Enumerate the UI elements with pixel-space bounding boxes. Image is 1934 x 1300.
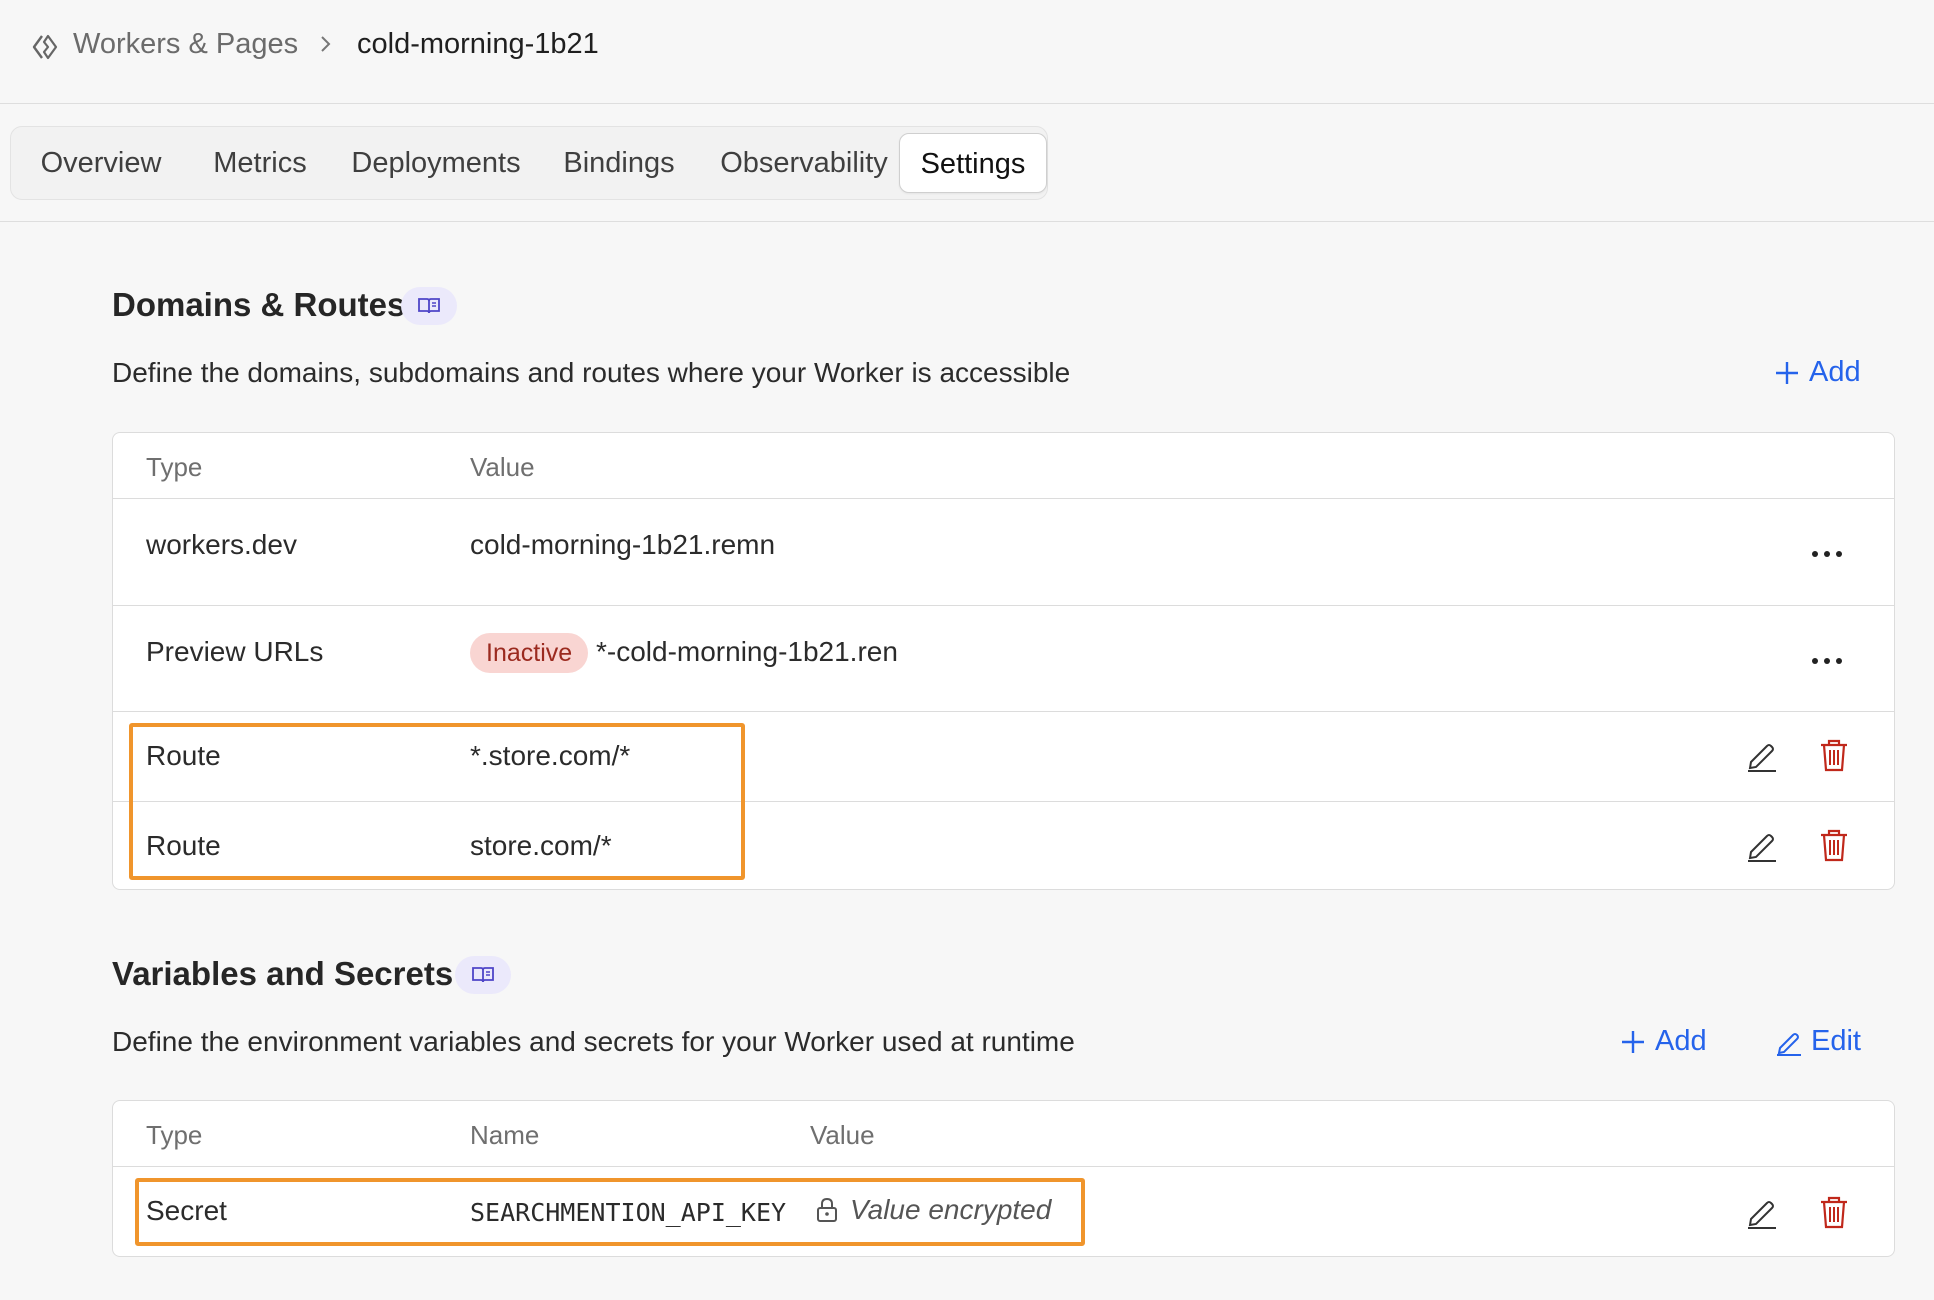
table-row: Route *.store.com/*: [113, 712, 1894, 802]
row-type: Secret: [146, 1195, 227, 1226]
book-icon: [418, 298, 440, 314]
add-domain-label: Add: [1809, 356, 1861, 388]
edit-pencil-icon[interactable]: [1745, 738, 1779, 772]
table-row: Secret SEARCHMENTION_API_KEY Value encry…: [113, 1167, 1894, 1256]
tab-settings[interactable]: Settings: [899, 133, 1047, 193]
tab-observability[interactable]: Observability: [705, 133, 903, 193]
edit-variables-button[interactable]: Edit: [1775, 1025, 1861, 1058]
table-row: Route store.com/*: [113, 802, 1894, 889]
tab-deployments[interactable]: Deployments: [339, 133, 533, 193]
add-variable-button[interactable]: Add: [1619, 1025, 1707, 1058]
column-header-value: Value: [810, 1120, 875, 1150]
variables-section-title: Variables and Secrets: [112, 955, 454, 992]
domains-table: Type Value workers.dev cold-morning-1b21…: [112, 432, 1895, 890]
docs-link-button[interactable]: [455, 956, 511, 994]
encrypted-value-text: Value encrypted: [850, 1194, 1052, 1225]
workers-logo-icon: [32, 34, 58, 60]
domains-section-title: Domains & Routes: [112, 286, 406, 323]
more-options-icon[interactable]: [1807, 539, 1847, 569]
row-value: *.store.com/*: [470, 740, 631, 771]
variables-section-description: Define the environment variables and sec…: [112, 1026, 1075, 1057]
docs-link-button[interactable]: [401, 287, 457, 325]
delete-trash-icon[interactable]: [1817, 828, 1851, 862]
chevron-right-icon: [321, 36, 331, 52]
row-value: store.com/*: [470, 830, 612, 861]
tab-bindings[interactable]: Bindings: [549, 133, 689, 193]
row-type: Preview URLs: [146, 636, 324, 667]
lock-icon: [817, 1197, 837, 1222]
variables-table: Type Name Value Secret SEARCHMENTION_API…: [112, 1100, 1895, 1257]
row-value: *-cold-morning-1b21.ren: [596, 636, 898, 667]
add-variable-label: Add: [1655, 1025, 1707, 1057]
breadcrumb-parent-link[interactable]: Workers & Pages: [73, 28, 298, 61]
book-icon: [472, 967, 494, 983]
more-options-icon[interactable]: [1807, 646, 1847, 676]
column-header-type: Type: [146, 452, 203, 482]
plus-icon: [1622, 1030, 1644, 1053]
edit-pencil-icon[interactable]: [1745, 828, 1779, 862]
edit-variables-label: Edit: [1811, 1025, 1861, 1057]
table-row: workers.dev cold-morning-1b21.remn: [113, 499, 1894, 606]
delete-trash-icon[interactable]: [1817, 1195, 1851, 1229]
tab-list: Overview Metrics Deployments Bindings Ob…: [10, 126, 1048, 200]
tabs-bar: Overview Metrics Deployments Bindings Ob…: [0, 104, 1934, 222]
status-badge: Inactive: [470, 633, 589, 673]
row-type: workers.dev: [146, 529, 297, 560]
tab-metrics[interactable]: Metrics: [195, 133, 325, 193]
add-domain-button[interactable]: Add: [1773, 356, 1861, 389]
column-header-value: Value: [470, 452, 535, 482]
domains-section-description: Define the domains, subdomains and route…: [112, 357, 1071, 388]
delete-trash-icon[interactable]: [1817, 738, 1851, 772]
column-header-type: Type: [146, 1120, 203, 1150]
row-value: cold-morning-1b21.remn: [470, 529, 776, 560]
row-type: Route: [146, 830, 221, 861]
table-row: Preview URLs Inactive *-cold-morning-1b2…: [113, 606, 1894, 712]
row-type: Route: [146, 740, 221, 771]
breadcrumb: Workers & Pages cold-morning-1b21: [0, 0, 1934, 104]
edit-pencil-icon: [1777, 1032, 1801, 1056]
tab-overview[interactable]: Overview: [21, 133, 181, 193]
edit-pencil-icon[interactable]: [1745, 1195, 1779, 1229]
plus-icon: [1776, 361, 1798, 384]
breadcrumb-current: cold-morning-1b21: [357, 28, 599, 60]
table-header: Type Value: [113, 433, 1894, 499]
encrypted-value: Value encrypted: [816, 1194, 1051, 1226]
table-header: Type Name Value: [113, 1101, 1894, 1167]
column-header-name: Name: [470, 1120, 540, 1150]
variable-name: SEARCHMENTION_API_KEY: [470, 1198, 787, 1227]
